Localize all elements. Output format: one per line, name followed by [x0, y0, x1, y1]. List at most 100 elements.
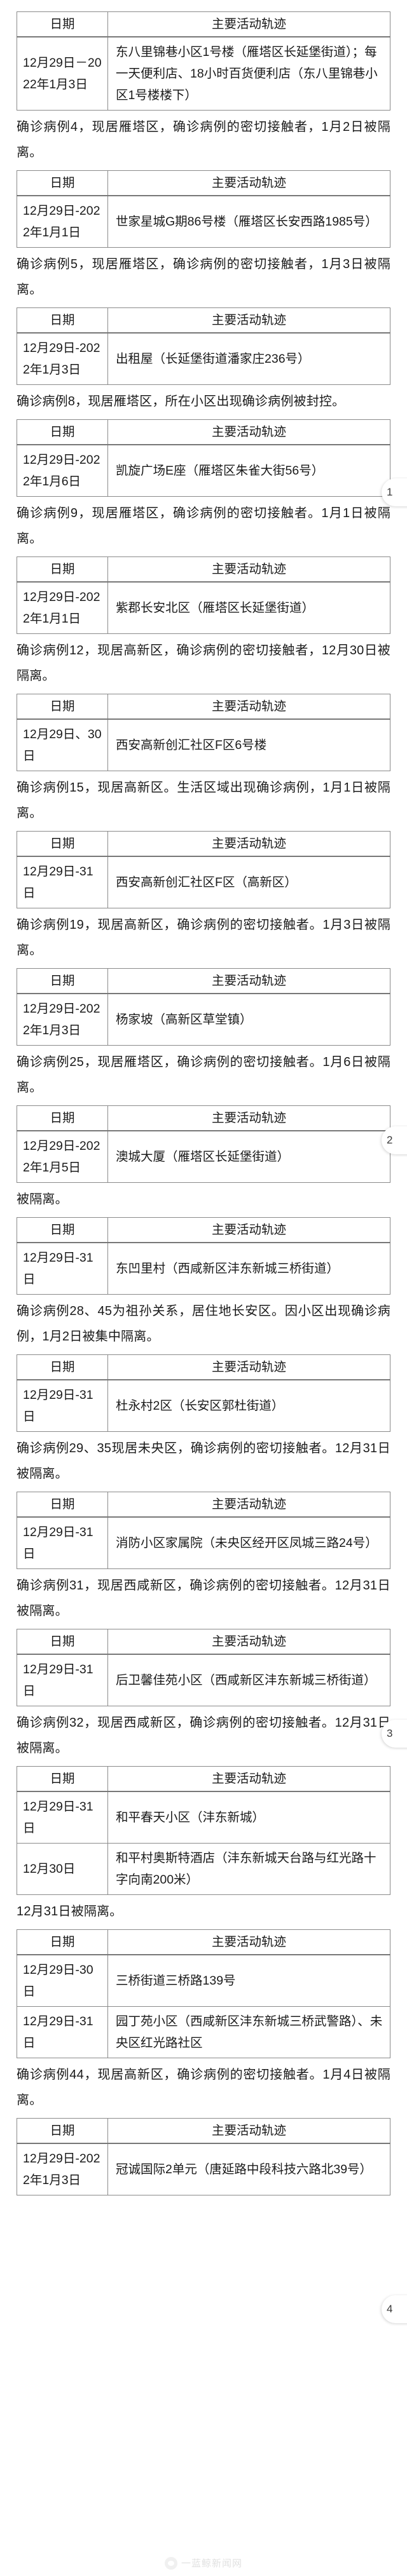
table-row: 12月30日 和平村奥斯特酒店（沣东新城天台路与红光路十字向南200米）	[17, 1843, 390, 1895]
table-row: 12月29日-2022年1月1日 紫郡长安北区（雁塔区长延堡街道）	[17, 581, 390, 634]
column-header-date: 日期	[17, 831, 108, 857]
cell-date: 12月29日-2022年1月3日	[17, 332, 108, 385]
page-pill-2[interactable]: 2	[382, 1126, 407, 1154]
column-header-trace: 主要活动轨迹	[107, 170, 390, 196]
trace-table: 日期 主要活动轨迹 12月29日-2022年1月3日 出租屋（长延堡街道潘家庄236号…	[17, 307, 390, 385]
cell-date: 12月29日、30日	[17, 718, 108, 771]
column-header-date: 日期	[17, 1929, 108, 1955]
table-row: 12月29日-2022年1月3日 出租屋（长延堡街道潘家庄236号）	[17, 332, 390, 385]
cell-trace: 消防小区家属院（未央区经开区凤城三路24号）	[107, 1516, 390, 1569]
column-header-date: 日期	[17, 694, 108, 720]
column-header-trace: 主要活动轨迹	[107, 419, 390, 445]
table-header-row: 日期 主要活动轨迹	[17, 1629, 390, 1655]
trace-table: 日期 主要活动轨迹 12月29日、30日 西安高新创汇社区F区6号楼	[17, 694, 390, 771]
column-header-date: 日期	[17, 1629, 108, 1655]
page-pill-label: 4	[387, 2303, 393, 2315]
column-header-trace: 主要活动轨迹	[107, 2118, 390, 2144]
cell-trace: 和平春天小区（沣东新城）	[107, 1791, 390, 1844]
cell-trace: 出租屋（长延堡街道潘家庄236号）	[107, 332, 390, 385]
column-header-trace: 主要活动轨迹	[107, 1354, 390, 1380]
trace-table: 日期 主要活动轨迹 12月29日-31日 后卫馨佳苑小区（西咸新区沣东新城三桥街道）	[17, 1629, 390, 1706]
trace-table: 日期 主要活动轨迹 12月29日-2022年1月3日 杨家坡（高新区草堂镇）	[17, 968, 390, 1046]
trace-table: 日期 主要活动轨迹 12月29日－2022年1月3日 东八里锦巷小区1号楼（雁塔区长延…	[17, 11, 390, 111]
table-row: 12月29日-2022年1月3日 冠诚国际2单元（唐延路中段科技六路北39号）	[17, 2143, 390, 2195]
cell-date: 12月29日-2022年1月1日	[17, 195, 108, 248]
trace-table: 日期 主要活动轨迹 12月29日-2022年1月6日 凯旋广场E座（雁塔区朱雀大街56…	[17, 419, 390, 497]
table-row: 12月29日-2022年1月3日 杨家坡（高新区草堂镇）	[17, 993, 390, 1046]
column-header-date: 日期	[17, 1354, 108, 1380]
cell-date: 12月29日-2022年1月3日	[17, 2143, 108, 2195]
cell-date: 12月29日-30日	[17, 1954, 108, 2007]
case-note: 确诊病例8，现居雁塔区，所在小区出现确诊病例被封控。	[17, 394, 345, 408]
case-note: 确诊病例44，现居高新区，确诊病例的密切接触者。1月4日被隔离。	[17, 2068, 390, 2107]
table-row: 12月29日-31日 西安高新创汇社区F区（高新区）	[17, 856, 390, 908]
case-note: 确诊病例15，现居高新区。生活区域出现确诊病例，1月1日被隔离。	[17, 781, 390, 820]
trace-table: 日期 主要活动轨迹 12月29日-2022年1月1日 紫郡长安北区（雁塔区长延堡街道）	[17, 556, 390, 634]
cell-trace: 东凹里村（西咸新区沣东新城三桥街道）	[107, 1242, 390, 1295]
table-row: 12月29日、30日 西安高新创汇社区F区6号楼	[17, 718, 390, 771]
table-header-row: 日期 主要活动轨迹	[17, 1217, 390, 1243]
cell-date: 12月29日-31日	[17, 856, 108, 908]
page-pill-3[interactable]: 3	[382, 1720, 407, 1748]
cell-date: 12月30日	[17, 1843, 108, 1895]
cell-trace: 园丁苑小区（西咸新区沣东新城三桥武警路）、未央区红光路社区	[107, 2006, 390, 2058]
document-page: 日期 主要活动轨迹 12月29日－2022年1月3日 东八里锦巷小区1号楼（雁塔区长延…	[0, 0, 407, 2576]
cell-date: 12月29日-31日	[17, 1516, 108, 1569]
page-pill-4[interactable]: 4	[382, 2295, 407, 2323]
trace-table: 日期 主要活动轨迹 12月29日-31日 消防小区家属院（未央区经开区凤城三路24号）	[17, 1492, 390, 1569]
cell-trace: 西安高新创汇社区F区6号楼	[107, 718, 390, 771]
trace-table: 日期 主要活动轨迹 12月29日-30日 三桥街道三桥路139号 12月29日-31日园…	[17, 1929, 390, 2058]
column-header-date: 日期	[17, 1492, 108, 1518]
case-note: 12月31日被隔离。	[17, 1905, 123, 1919]
table-header-row: 日期 主要活动轨迹	[17, 1105, 390, 1131]
column-header-date: 日期	[17, 1766, 108, 1792]
table-header-row: 日期 主要活动轨迹	[17, 968, 390, 994]
trace-table: 日期 主要活动轨迹 12月29日-31日 和平春天小区（沣东新城） 12月30日 和平村奥…	[17, 1766, 390, 1895]
case-note: 被隔离。	[17, 1192, 68, 1206]
cell-date: 12月29日-31日	[17, 1791, 108, 1844]
column-header-date: 日期	[17, 1105, 108, 1131]
page-pill-label: 2	[387, 1134, 393, 1146]
cell-trace: 东八里锦巷小区1号楼（雁塔区长延堡街道）；每一天便利店、18小时百货便利店（东八…	[107, 36, 390, 111]
column-header-date: 日期	[17, 2118, 108, 2144]
table-row: 12月29日-2022年1月5日 澳城大厦（雁塔区长延堡街道）	[17, 1130, 390, 1183]
cell-trace: 冠诚国际2单元（唐延路中段科技六路北39号）	[107, 2143, 390, 2195]
cell-date: 12月29日-2022年1月1日	[17, 581, 108, 634]
case-note: 确诊病例19，现居高新区，确诊病例的密切接触者。1月3日被隔离。	[17, 918, 390, 957]
cell-date: 12月29日-31日	[17, 2006, 108, 2058]
trace-table: 日期 主要活动轨迹 12月29日-31日 东凹里村（西咸新区沣东新城三桥街道）	[17, 1217, 390, 1295]
column-header-trace: 主要活动轨迹	[107, 1766, 390, 1792]
page-pill-1[interactable]: 1	[382, 478, 407, 506]
cell-date: 12月29日-31日	[17, 1242, 108, 1295]
column-header-date: 日期	[17, 556, 108, 583]
column-header-trace: 主要活动轨迹	[107, 1629, 390, 1655]
table-header-row: 日期 主要活动轨迹	[17, 1929, 390, 1955]
cell-trace: 凯旋广场E座（雁塔区朱雀大街56号）	[107, 444, 390, 497]
watermark-label: 一蓝鲸新闻网	[181, 2558, 243, 2569]
table-header-row: 日期 主要活动轨迹	[17, 11, 390, 37]
table-header-row: 日期 主要活动轨迹	[17, 1354, 390, 1380]
table-header-row: 日期 主要活动轨迹	[17, 556, 390, 583]
table-row: 12月29日-2022年1月1日 世家星城G期86号楼（雁塔区长安西路1985号）	[17, 195, 390, 248]
column-header-trace: 主要活动轨迹	[107, 307, 390, 334]
table-header-row: 日期 主要活动轨迹	[17, 831, 390, 857]
cell-date: 12月29日-31日	[17, 1379, 108, 1432]
trace-table: 日期 主要活动轨迹 12月29日-2022年1月1日 世家星城G期86号楼（雁塔区长安…	[17, 170, 390, 248]
weibo-logo-icon	[164, 2556, 177, 2570]
table-header-row: 日期 主要活动轨迹	[17, 307, 390, 334]
table-row: 12月29日-31日 杜永村2区（长安区郭杜街道）	[17, 1379, 390, 1432]
trace-table: 日期 主要活动轨迹 12月29日-2022年1月5日 澳城大厦（雁塔区长延堡街道）	[17, 1105, 390, 1183]
case-note: 确诊病例32，现居西咸新区，确诊病例的密切接触者。12月31日被隔离。	[17, 1716, 390, 1755]
column-header-date: 日期	[17, 968, 108, 994]
table-header-row: 日期 主要活动轨迹	[17, 170, 390, 196]
table-header-row: 日期 主要活动轨迹	[17, 2118, 390, 2144]
case-note: 确诊病例9，现居雁塔区，确诊病例的密切接触者。1月1日被隔离。	[17, 506, 390, 546]
cell-trace: 杜永村2区（长安区郭杜街道）	[107, 1379, 390, 1432]
cell-date: 12月29日-31日	[17, 1654, 108, 1706]
column-header-date: 日期	[17, 1217, 108, 1243]
column-header-trace: 主要活动轨迹	[107, 1217, 390, 1243]
table-row: 12月29日-31日 东凹里村（西咸新区沣东新城三桥街道）	[17, 1242, 390, 1295]
column-header-trace: 主要活动轨迹	[107, 831, 390, 857]
page-pill-label: 1	[387, 486, 393, 498]
column-header-trace: 主要活动轨迹	[107, 556, 390, 583]
